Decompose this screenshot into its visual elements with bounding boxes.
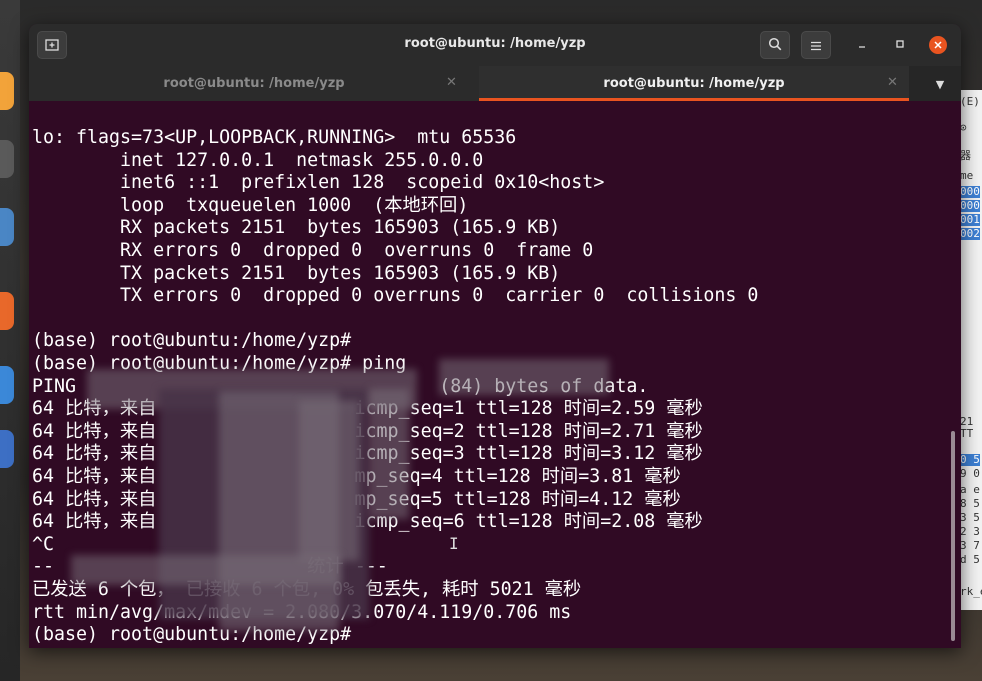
terminal-line: inet 127.0.0.1 netmask 255.0.0.0 [32,149,484,171]
close-button[interactable] [929,36,947,54]
tab-close-button[interactable]: ✕ [446,75,457,90]
terminal-window: root@ubuntu: /home/yzp root@ubuntu: /hom… [29,24,961,648]
bg-text: 8 5 [960,497,980,510]
terminal-line: RX errors 0 dropped 0 overruns 0 frame 0 [32,240,594,261]
bg-text: me [960,169,974,182]
tab-1[interactable]: root@ubuntu: /home/yzp ✕ [29,66,479,101]
search-button[interactable] [760,31,790,59]
scrollbar[interactable] [951,431,955,641]
dock-app-firefox[interactable] [0,72,14,110]
tab-bar: root@ubuntu: /home/yzp ✕ root@ubuntu: /h… [29,66,961,101]
bg-text: 器 [960,149,971,162]
terminal-line: loop txqueuelen 1000 (本地环回) [32,194,469,216]
redaction-blur [299,401,359,561]
dock [0,0,20,681]
close-icon [934,39,942,52]
dock-app-files[interactable] [0,140,14,178]
terminal-line: TX errors 0 dropped 0 overruns 0 carrier… [32,285,759,307]
terminal-line: inet6 ::1 prefixlen 128 scopeid 0x10<hos… [32,172,605,194]
chevron-down-icon: ▼ [935,77,945,91]
bg-text: 9 0 [960,467,980,480]
bg-text: 2 3 [960,525,980,538]
bg-text: 3 7 [960,539,980,552]
bg-text: a e [960,483,980,496]
terminal-line: TX packets 2151 bytes 165903 (165.9 KB) [32,262,561,284]
bg-text: 002 [960,227,980,240]
bg-text: d 5 [960,553,980,566]
dock-app-help[interactable] [0,366,14,404]
tab-list-dropdown[interactable]: ▼ [927,74,953,94]
minimize-icon [857,38,867,52]
tab-2[interactable]: root@ubuntu: /home/yzp ✕ [479,66,909,101]
terminal-line: ^C [32,533,55,555]
terminal-output[interactable]: lo: flags=73<UP,LOOPBACK,RUNNING> mtu 65… [29,101,961,648]
dock-app-terminal[interactable] [0,208,14,246]
minimize-button[interactable] [853,36,871,54]
tab-label: root@ubuntu: /home/yzp [603,76,785,91]
text-cursor-icon: I [449,534,459,553]
maximize-button[interactable] [891,36,909,54]
hamburger-menu-icon [810,36,822,55]
bg-text: 0 5 [960,453,980,466]
terminal-line: lo: flags=73<UP,LOOPBACK,RUNNING> mtu 65… [32,127,517,148]
bg-text: rk_e [960,585,982,598]
dock-app-other[interactable] [0,430,14,468]
redaction-blur [71,555,341,585]
bg-text: 000 [960,185,980,198]
maximize-icon [895,38,905,52]
bg-text: (E) [960,95,980,108]
bg-text: TT [960,427,974,440]
bg-text: 001 [960,213,980,226]
redaction-blur [439,359,609,395]
terminal-line: RX packets 2151 bytes 165903 (165.9 KB) [32,217,561,239]
search-icon [768,36,782,55]
bg-text: 3 5 [960,511,980,524]
title-bar[interactable]: root@ubuntu: /home/yzp [29,24,961,66]
bg-text: 000 [960,199,980,212]
dock-app-software[interactable] [0,292,14,330]
menu-button[interactable] [801,31,831,59]
tab-close-button[interactable]: ✕ [887,75,898,90]
terminal-line: (base) root@ubuntu:/home/yzp# [32,330,352,352]
close-icon: ✕ [446,75,457,90]
close-icon: ✕ [887,75,898,90]
redaction-blur [369,389,409,519]
tab-label: root@ubuntu: /home/yzp [163,76,345,91]
